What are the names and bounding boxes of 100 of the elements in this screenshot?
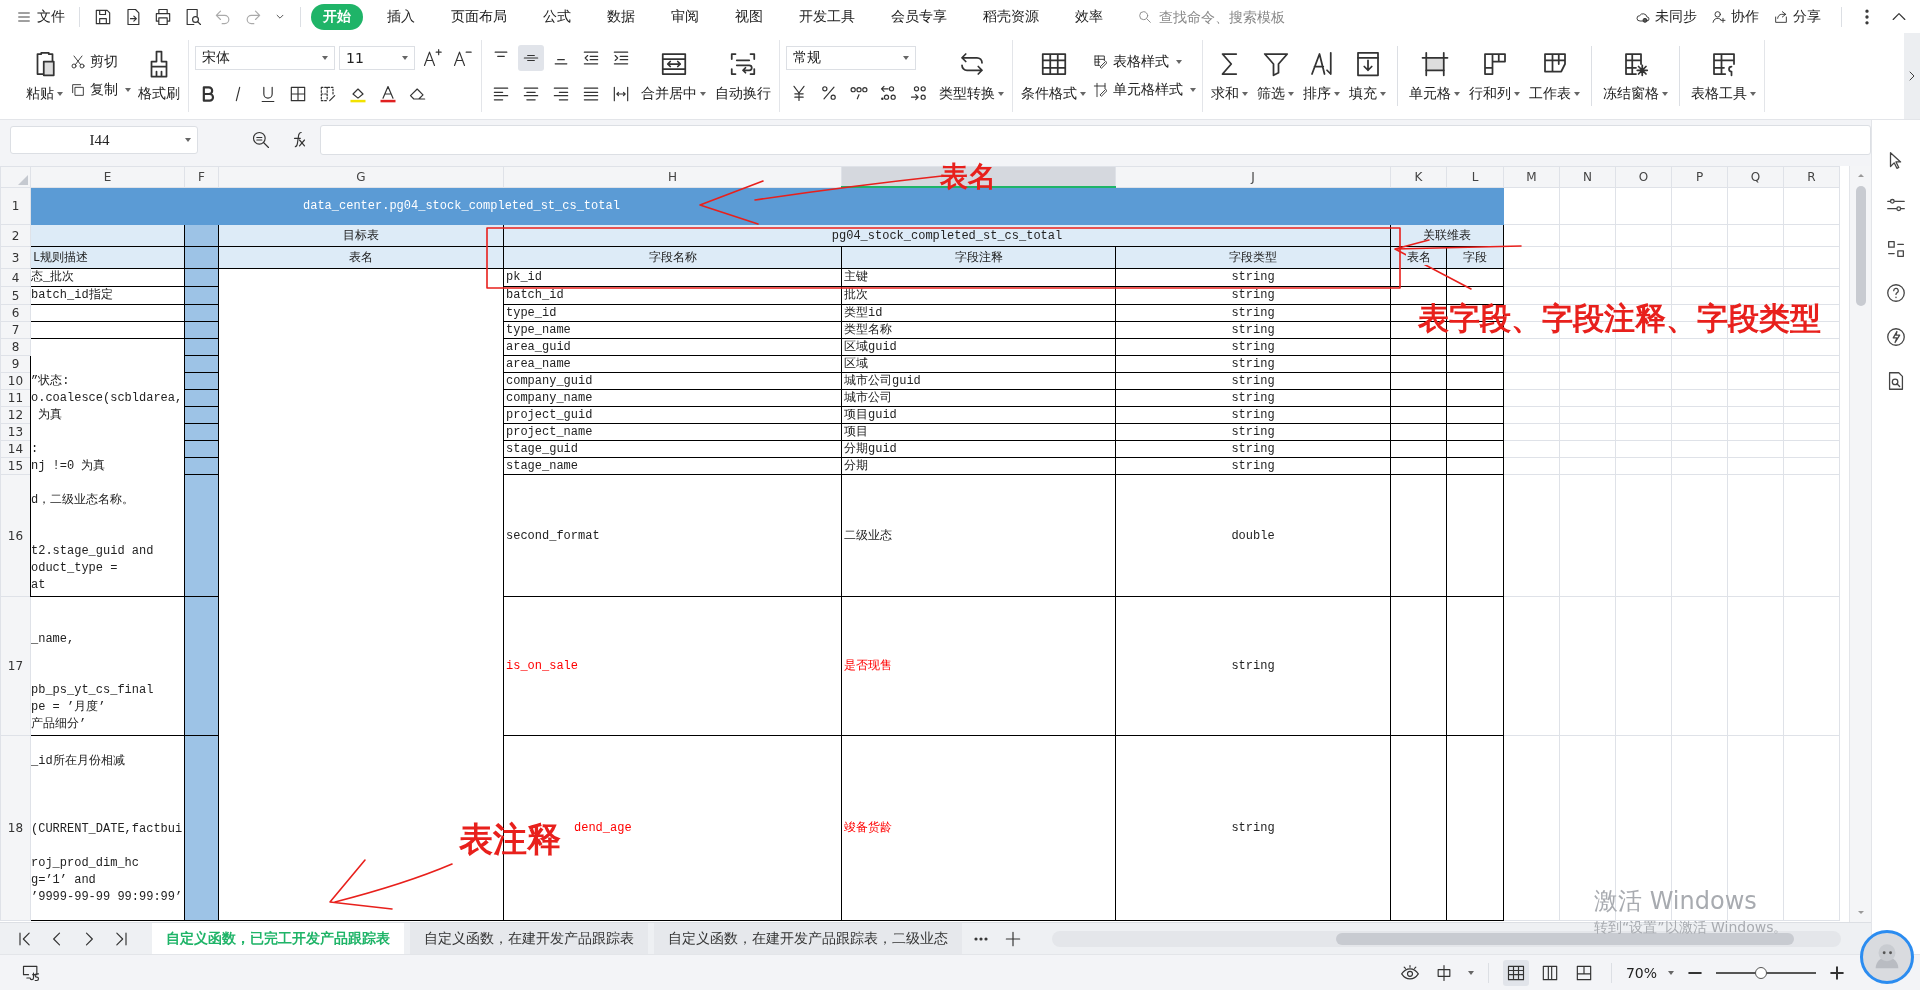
share-icon — [1773, 8, 1789, 25]
column-header[interactable]: F — [184, 166, 219, 187]
field-comment-cell: 区域 — [844, 356, 868, 372]
column-header[interactable]: P — [1671, 166, 1728, 187]
column-header[interactable]: Q — [1727, 166, 1784, 187]
field-type-cell: string — [1231, 458, 1275, 474]
sheet-tab[interactable]: 自定义函数，在建开发产品跟踪表 — [410, 923, 648, 954]
file-menu-button[interactable]: 文件 — [12, 7, 69, 26]
wrap-text-button[interactable]: 自动换行 — [713, 47, 773, 105]
menu-tab[interactable]: 审阅 — [659, 3, 711, 30]
sheet-tab[interactable]: 自定义函数，在建开发产品跟踪表，二级业态 — [654, 923, 962, 954]
ribbon-tool-button[interactable]: 求和 — [1209, 47, 1250, 105]
caret-icon — [1176, 60, 1182, 64]
row-number[interactable]: 18 — [0, 735, 31, 921]
field-type-cell: string — [1231, 339, 1275, 355]
field-type-cell: string — [1231, 269, 1275, 285]
font-select[interactable]: 宋体 — [195, 46, 335, 70]
header-cell: 字段类型 — [1228, 251, 1278, 265]
share-button[interactable]: 分享 — [1773, 7, 1821, 26]
scroll-thumb[interactable] — [1855, 186, 1866, 306]
format-painter-button[interactable]: 格式刷 — [136, 47, 182, 105]
row-number[interactable]: 3 — [0, 246, 31, 269]
ribbon-tool-button[interactable]: 冻结窗格 — [1601, 47, 1670, 105]
align-middle-icon[interactable] — [518, 45, 544, 71]
caret-icon — [1080, 92, 1086, 96]
header-cell: 字段注释 — [953, 251, 1004, 265]
column-header[interactable]: J — [1115, 166, 1391, 187]
copy-button[interactable]: 复制 — [70, 81, 131, 99]
menu-tab[interactable]: 开发工具 — [787, 3, 867, 30]
caret-icon — [1668, 970, 1674, 975]
cut-button[interactable]: 剪切 — [70, 53, 131, 71]
menu-tab[interactable]: 会员专享 — [879, 3, 959, 30]
activation-title: 激活 Windows — [1594, 886, 1758, 917]
row-number[interactable]: 2 — [0, 224, 31, 247]
row-number[interactable]: 17 — [0, 596, 31, 736]
caret-icon — [1514, 92, 1520, 96]
table-style-button[interactable]: 表格样式 — [1093, 53, 1196, 71]
row-number[interactable]: 16 — [0, 474, 31, 597]
field-type-cell: string — [1231, 658, 1275, 674]
menu-tab[interactable]: 视图 — [723, 3, 775, 30]
name-box[interactable]: I44 — [10, 126, 198, 154]
menu-tab[interactable]: 公式 — [531, 3, 583, 30]
column-header[interactable]: O — [1615, 166, 1672, 187]
merge-center-button[interactable]: 合并居中 — [639, 47, 708, 105]
type-convert-button[interactable]: 类型转换 — [937, 47, 1006, 105]
rule-text: 态_批次 — [31, 269, 75, 286]
caret-icon — [1467, 970, 1474, 975]
field-comment-cell: 批次 — [844, 287, 868, 303]
table-brush-icon — [1093, 54, 1109, 70]
cell-brush-icon — [1093, 82, 1109, 98]
column-header[interactable]: G — [218, 166, 504, 187]
field-type-cell: string — [1231, 356, 1275, 372]
menu-tab[interactable]: 稻壳资源 — [971, 3, 1051, 30]
rule-text: ”状态: o.coalesce(scbldarea, 为真 : nj !=0 为真 d，二级业态名称。 t2.stage_guid and oduct_type = at — [31, 373, 183, 594]
column-header[interactable]: N — [1559, 166, 1616, 187]
lightning-icon[interactable] — [1885, 326, 1907, 348]
menu-tab[interactable]: 效率 — [1063, 3, 1115, 30]
normal-view-icon[interactable] — [1502, 959, 1529, 986]
ribbon-tool-button[interactable]: 表格工具 — [1689, 47, 1758, 105]
cell-style-button[interactable]: 单元格样式 — [1093, 81, 1196, 99]
field-comment-cell: 项目guid — [844, 407, 897, 423]
field-name-cell: second_format — [506, 527, 600, 544]
column-header[interactable]: K — [1390, 166, 1447, 187]
ribbon-tool-button[interactable]: 筛选 — [1255, 47, 1296, 105]
formula-field[interactable] — [320, 125, 1871, 155]
collaborate-button[interactable]: 协作 — [1711, 7, 1759, 26]
sync-button[interactable]: 未同步 — [1635, 7, 1697, 26]
ribbon-tool-button[interactable]: 行和列 — [1467, 47, 1522, 105]
ribbon-tool-button[interactable]: 填充 — [1347, 47, 1388, 105]
slider-thumb[interactable] — [1755, 966, 1767, 979]
field-name-cell: stage_guid — [506, 441, 578, 457]
column-header[interactable]: H — [503, 166, 842, 187]
header-cell: 字段 — [1462, 251, 1488, 265]
scroll-thumb[interactable] — [1336, 932, 1794, 945]
vertical-scrollbar[interactable] — [1849, 166, 1871, 922]
zoom-level[interactable]: 70% — [1625, 964, 1657, 981]
number-format-select[interactable]: 常规 — [786, 46, 916, 70]
field-comment-cell: 项目 — [844, 424, 868, 440]
field-name-cell: area_guid — [506, 339, 571, 355]
ribbon-tool-button[interactable]: 工作表 — [1527, 47, 1582, 105]
menu-tab[interactable]: 数据 — [595, 3, 647, 30]
conditional-format-button[interactable]: 条件格式 — [1019, 47, 1088, 105]
row-number[interactable]: 1 — [0, 187, 31, 225]
search-field[interactable]: 查找命令、搜索模板 — [1137, 7, 1341, 26]
font-size-select[interactable]: 11 — [339, 46, 415, 70]
field-comment-cell: 竣备货龄 — [844, 820, 892, 836]
menu-tab[interactable]: 插入 — [375, 3, 427, 30]
column-header[interactable]: M — [1503, 166, 1560, 187]
menu-tab[interactable]: 页面布局 — [439, 3, 519, 30]
help-icon[interactable] — [1885, 282, 1907, 304]
field-name-cell: batch_id — [506, 287, 564, 303]
caret-icon — [1662, 92, 1668, 96]
paste-button[interactable]: 粘贴 — [24, 47, 65, 105]
layout-icon[interactable] — [1885, 238, 1907, 260]
ribbon-tool-button[interactable]: 单元格 — [1407, 47, 1462, 105]
ribbon-tool-button[interactable]: 排序 — [1301, 47, 1342, 105]
header-cell: 表名 — [348, 251, 374, 265]
column-header[interactable]: L — [1446, 166, 1504, 187]
column-header[interactable]: R — [1783, 166, 1840, 187]
column-header[interactable]: E — [30, 166, 185, 187]
